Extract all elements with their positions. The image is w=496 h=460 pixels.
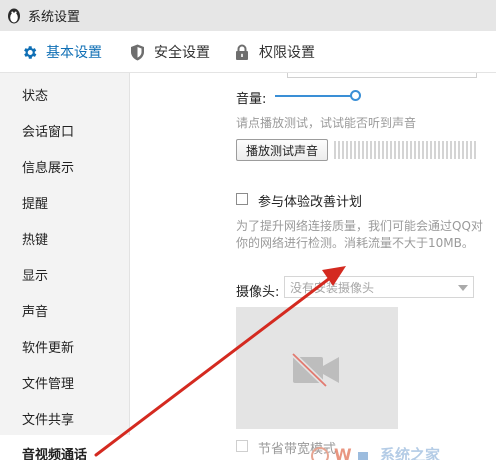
sidebar-item-display[interactable]: 显示 <box>0 256 130 292</box>
tab-security-settings[interactable]: 安全设置 <box>128 31 210 73</box>
watermark-logo: W 系统之家 <box>311 445 440 460</box>
bandwidth-saving-checkbox[interactable] <box>236 440 248 452</box>
audio-level-bar <box>438 141 440 159</box>
audio-level-bar <box>390 141 392 159</box>
shield-icon <box>128 43 146 61</box>
audio-level-bar <box>366 141 368 159</box>
sidebar-item-status[interactable]: 状态 <box>0 76 130 112</box>
settings-sidebar: 状态 会话窗口 信息展示 提醒 热键 显示 声音 软件更新 文件管理 文件共享 … <box>0 73 131 460</box>
audio-level-meter <box>334 141 476 159</box>
camera-label: 摄像头: <box>236 285 280 300</box>
audio-level-bar <box>474 141 476 159</box>
audio-level-bar <box>342 141 344 159</box>
audio-level-bar <box>350 141 352 159</box>
tab-permission-settings[interactable]: 权限设置 <box>233 31 315 73</box>
experience-description-line2: 你的网络进行检测。消耗流量不大于10MB。 <box>236 236 474 250</box>
audio-level-bar <box>394 141 396 159</box>
volume-label: 音量: <box>236 92 267 107</box>
gear-icon <box>20 43 38 61</box>
audio-level-bar <box>410 141 412 159</box>
audio-level-bar <box>334 141 336 159</box>
camera-off-icon <box>291 352 339 388</box>
sidebar-item-software-update[interactable]: 软件更新 <box>0 328 130 364</box>
audio-level-bar <box>466 141 468 159</box>
camera-select[interactable]: 没有安装摄像头 <box>284 276 474 298</box>
audio-level-bar <box>418 141 420 159</box>
sidebar-item-reminder[interactable]: 提醒 <box>0 184 130 220</box>
sidebar-item-file-sharing[interactable]: 文件共享 <box>0 400 130 436</box>
camera-preview <box>236 307 398 429</box>
tab-basic-settings[interactable]: 基本设置 <box>20 31 102 73</box>
sidebar-item-file-management[interactable]: 文件管理 <box>0 364 130 400</box>
experience-program-checkbox[interactable] <box>236 193 248 205</box>
audio-level-bar <box>362 141 364 159</box>
experience-program-label: 参与体验改善计划 <box>258 195 363 210</box>
audio-level-bar <box>470 141 472 159</box>
audio-level-bar <box>414 141 416 159</box>
audio-level-bar <box>354 141 356 159</box>
tab-label: 基本设置 <box>46 45 102 61</box>
audio-level-bar <box>382 141 384 159</box>
audio-level-bar <box>422 141 424 159</box>
audio-level-bar <box>386 141 388 159</box>
window-title: 系统设置 <box>28 10 81 25</box>
audio-level-bar <box>402 141 404 159</box>
settings-tab-bar: 基本设置 安全设置 权限设置 <box>0 31 496 73</box>
audio-level-bar <box>454 141 456 159</box>
audio-level-bar <box>430 141 432 159</box>
volume-slider-track[interactable] <box>275 95 357 97</box>
audio-level-bar <box>346 141 348 159</box>
audio-level-bar <box>370 141 372 159</box>
tab-label: 安全设置 <box>154 45 210 61</box>
play-test-sound-button[interactable]: 播放测试声音 <box>236 139 328 161</box>
sidebar-item-info-display[interactable]: 信息展示 <box>0 148 130 184</box>
tab-label: 权限设置 <box>259 45 315 61</box>
settings-content: 音量: 请点播放测试，试试能否听到声音 播放测试声音 参与体验改善计划 为了提升… <box>131 73 496 460</box>
audio-level-bar <box>426 141 428 159</box>
device-select-partial[interactable] <box>287 73 477 78</box>
sound-test-hint: 请点播放测试，试试能否听到声音 <box>236 116 417 130</box>
audio-level-bar <box>442 141 444 159</box>
penguin-logo-icon <box>8 8 20 23</box>
audio-level-bar <box>338 141 340 159</box>
audio-level-bar <box>450 141 452 159</box>
chevron-down-icon <box>458 285 468 291</box>
audio-level-bar <box>378 141 380 159</box>
volume-slider-handle[interactable] <box>349 90 361 101</box>
camera-select-value: 没有安装摄像头 <box>290 280 375 295</box>
svg-text:系统之家: 系统之家 <box>380 446 440 460</box>
sidebar-item-av-call[interactable]: 音视频通话 <box>0 435 131 460</box>
audio-level-bar <box>446 141 448 159</box>
sidebar-item-sound[interactable]: 声音 <box>0 292 130 328</box>
audio-level-bar <box>434 141 436 159</box>
sidebar-item-hotkeys[interactable]: 热键 <box>0 220 130 256</box>
lock-icon <box>233 43 251 61</box>
sidebar-item-chat-window[interactable]: 会话窗口 <box>0 112 130 148</box>
audio-level-bar <box>374 141 376 159</box>
audio-level-bar <box>358 141 360 159</box>
audio-level-bar <box>398 141 400 159</box>
audio-level-bar <box>462 141 464 159</box>
title-bar: 系统设置 <box>0 0 496 31</box>
audio-level-bar <box>406 141 408 159</box>
svg-text:W: W <box>334 445 352 460</box>
audio-level-bar <box>458 141 460 159</box>
